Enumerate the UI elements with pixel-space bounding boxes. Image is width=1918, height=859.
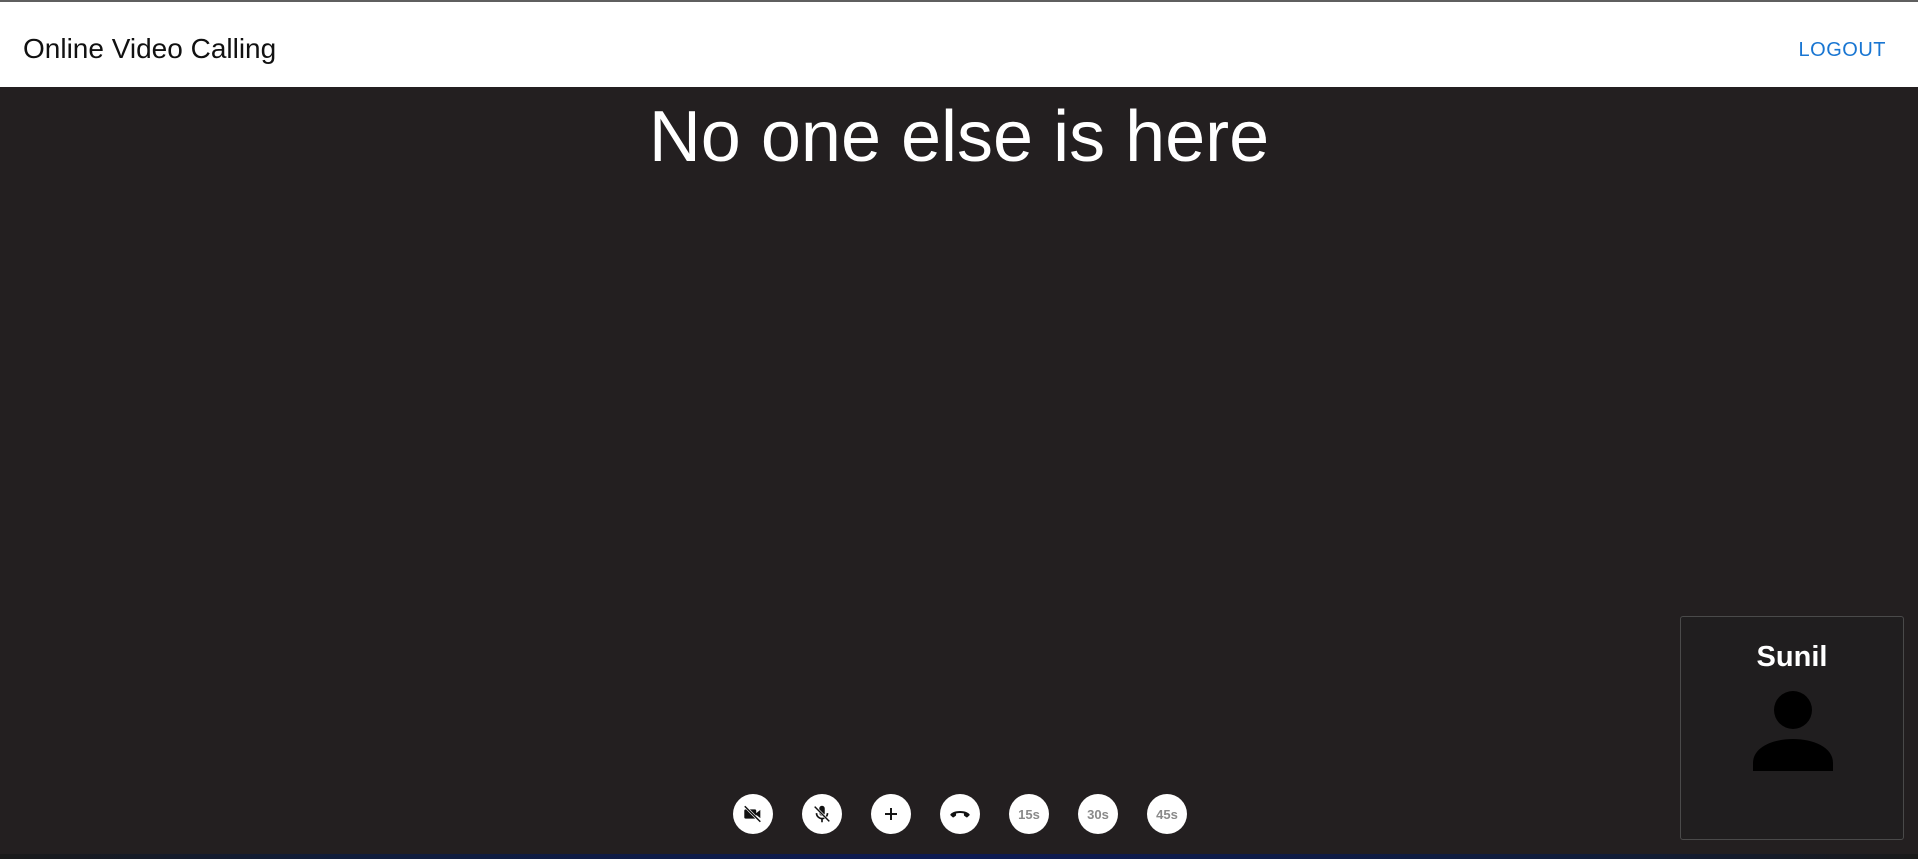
bottom-border	[0, 854, 1918, 859]
mic-off-button[interactable]	[802, 794, 842, 834]
hang-up-button[interactable]	[940, 794, 980, 834]
camera-off-button[interactable]	[733, 794, 773, 834]
person-icon	[1751, 687, 1835, 771]
app-title: Online Video Calling	[23, 33, 277, 64]
video-call-app: Online Video Calling LOGOUT No one else …	[0, 0, 1918, 859]
timer-15s-button[interactable]: 15s	[1009, 794, 1049, 834]
app-bar: Online Video Calling LOGOUT	[0, 2, 1918, 87]
call-controls: 15s 30s 45s	[733, 794, 1187, 834]
empty-room-message: No one else is here	[648, 97, 1270, 177]
add-button[interactable]	[871, 794, 911, 834]
videocam-off-icon	[742, 803, 764, 825]
participant-name: Sunil	[1756, 641, 1828, 673]
timer-30s-button[interactable]: 30s	[1078, 794, 1118, 834]
plus-icon	[882, 805, 900, 823]
video-stage: No one else is here 15s 30s 45s Sunil	[0, 87, 1918, 857]
timer-30s-label: 30s	[1087, 806, 1109, 822]
timer-45s-button[interactable]: 45s	[1147, 794, 1187, 834]
call-end-icon	[948, 802, 972, 826]
self-view-tile[interactable]: Sunil	[1680, 616, 1904, 840]
mic-off-icon	[811, 803, 833, 825]
timer-45s-label: 45s	[1156, 806, 1178, 822]
timer-15s-label: 15s	[1018, 806, 1040, 822]
logout-button[interactable]: LOGOUT	[1799, 39, 1886, 62]
